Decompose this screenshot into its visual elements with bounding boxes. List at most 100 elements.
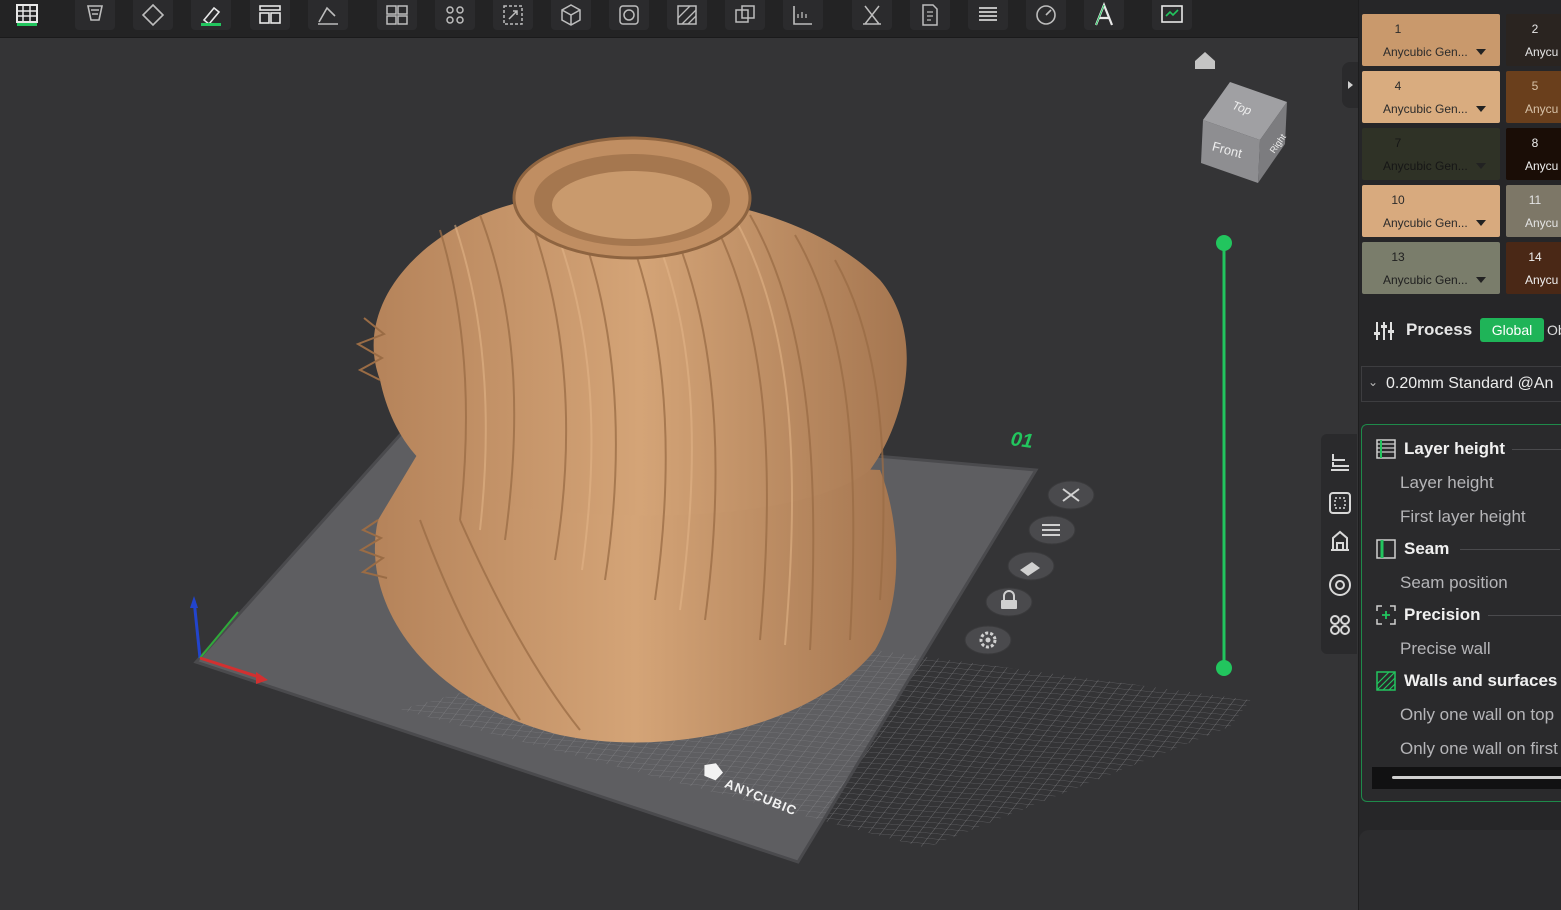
filament-card[interactable]: 1 Anycubic Gen... bbox=[1362, 14, 1500, 66]
filament-number: 2 bbox=[1531, 22, 1539, 36]
rotate-view-icon[interactable] bbox=[1026, 0, 1066, 30]
seam-icon bbox=[1376, 539, 1396, 559]
mesh-boolean-icon[interactable] bbox=[910, 0, 950, 30]
chevron-down-icon: ⌄ bbox=[1368, 375, 1379, 389]
panel-footer bbox=[1359, 830, 1561, 910]
target-tab-icon[interactable] bbox=[1327, 572, 1353, 598]
filament-number: 10 bbox=[1391, 193, 1405, 207]
home-icon[interactable] bbox=[1195, 52, 1215, 69]
hollow-icon[interactable] bbox=[609, 0, 649, 30]
layout-icon[interactable] bbox=[250, 0, 290, 30]
dropdown-arrow-icon[interactable] bbox=[1476, 106, 1486, 112]
global-toggle-button[interactable]: Global bbox=[1480, 318, 1544, 342]
first-layer-height-option[interactable]: First layer height bbox=[1400, 507, 1526, 527]
filament-name: Anycubic Gen... bbox=[1383, 159, 1468, 173]
filament-name: Anycu bbox=[1525, 159, 1559, 173]
assembly-icon[interactable] bbox=[725, 0, 765, 30]
filament-card[interactable]: 10 Anycubic Gen... bbox=[1362, 185, 1500, 237]
split-parts-icon[interactable] bbox=[435, 0, 475, 30]
plate-number: 01 bbox=[1009, 428, 1034, 453]
process-settings-list: Layer height Layer height First layer he… bbox=[1361, 424, 1561, 802]
filament-number: 14 bbox=[1528, 250, 1542, 264]
main-toolbar bbox=[0, 0, 1358, 38]
support-icon[interactable] bbox=[667, 0, 707, 30]
precise-wall-option[interactable]: Precise wall bbox=[1400, 639, 1491, 659]
plate-tab-icon[interactable] bbox=[1327, 490, 1353, 516]
view-cube[interactable]: Top Front Right bbox=[1201, 82, 1288, 183]
dropdown-arrow-icon[interactable] bbox=[1476, 277, 1486, 283]
layer-height-icon bbox=[1376, 439, 1396, 459]
filament-card[interactable]: 14 Anycu bbox=[1506, 242, 1561, 294]
filament-number: 13 bbox=[1391, 250, 1405, 264]
layer-slider[interactable] bbox=[1216, 235, 1232, 676]
arrange-icon[interactable] bbox=[75, 0, 115, 30]
filament-card[interactable]: 13 Anycubic Gen... bbox=[1362, 242, 1500, 294]
process-header: Process Global Ob bbox=[1359, 306, 1561, 356]
horizontal-scrollbar[interactable] bbox=[1372, 767, 1561, 789]
split-objects-icon[interactable] bbox=[377, 0, 417, 30]
layer-slider-bottom-handle bbox=[1216, 660, 1232, 676]
layer-slider-top-handle bbox=[1216, 235, 1232, 251]
filament-number: 11 bbox=[1528, 193, 1542, 207]
emboss-icon[interactable] bbox=[852, 0, 892, 30]
layers-icon[interactable] bbox=[968, 0, 1008, 30]
seam-position-option[interactable]: Seam position bbox=[1400, 573, 1508, 593]
filament-card[interactable]: 11 Anycu bbox=[1506, 185, 1561, 237]
filament-name: Anycubic Gen... bbox=[1383, 45, 1468, 59]
right-panel: 1 Anycubic Gen... 2 Anycu 4 Anycubic Gen... 5 A… bbox=[1358, 0, 1561, 910]
one-wall-first-option[interactable]: Only one wall on first bbox=[1400, 739, 1558, 759]
layer-height-option[interactable]: Layer height bbox=[1400, 473, 1494, 493]
section-divider bbox=[1488, 615, 1561, 616]
walls-surfaces-section-title: Walls and surfaces bbox=[1404, 671, 1558, 690]
side-tab-bar bbox=[1321, 434, 1357, 654]
filament-name: Anycu bbox=[1525, 216, 1559, 230]
text-tool-icon[interactable] bbox=[1084, 0, 1124, 30]
panel-collapse-button[interactable] bbox=[1342, 62, 1358, 108]
scrollbar-thumb[interactable] bbox=[1392, 776, 1561, 779]
process-title: Process bbox=[1406, 320, 1473, 339]
grid-icon[interactable] bbox=[7, 0, 47, 30]
filament-name: Anycubic Gen... bbox=[1383, 216, 1468, 230]
objects-tab-icon[interactable] bbox=[1327, 450, 1353, 476]
section-divider bbox=[1460, 549, 1560, 550]
plate-close-button[interactable] bbox=[1047, 480, 1095, 510]
scale-icon[interactable] bbox=[493, 0, 533, 30]
dropdown-arrow-icon[interactable] bbox=[1476, 163, 1486, 169]
model-vase[interactable] bbox=[355, 136, 907, 743]
plate-settings-button[interactable] bbox=[964, 625, 1012, 655]
filament-number: 5 bbox=[1531, 79, 1539, 93]
others-tab-icon[interactable] bbox=[1327, 612, 1353, 638]
filament-card[interactable]: 2 Anycu bbox=[1506, 14, 1561, 66]
3d-viewport[interactable]: 01 ANYCUBIC Top Front Right bbox=[0, 38, 1358, 910]
filament-name: Anycu bbox=[1525, 45, 1559, 59]
plate-lock-button[interactable] bbox=[985, 587, 1033, 617]
plate-auto-orient-button[interactable] bbox=[1007, 551, 1055, 581]
filament-card[interactable]: 5 Anycu bbox=[1506, 71, 1561, 123]
plugin-icon[interactable] bbox=[1152, 0, 1192, 30]
filament-name: Anycu bbox=[1525, 273, 1559, 287]
filament-card[interactable]: 4 Anycubic Gen... bbox=[1362, 71, 1500, 123]
filament-number: 7 bbox=[1394, 136, 1402, 150]
process-preset-value: 0.20mm Standard @An bbox=[1386, 375, 1554, 392]
object-toggle-button[interactable]: Ob bbox=[1547, 322, 1561, 338]
one-wall-top-option[interactable]: Only one wall on top bbox=[1400, 705, 1554, 725]
filament-number: 1 bbox=[1394, 22, 1402, 36]
filament-card[interactable]: 8 Anycu bbox=[1506, 128, 1561, 180]
dropdown-arrow-icon[interactable] bbox=[1476, 220, 1486, 226]
filament-card[interactable]: 7 Anycubic Gen... bbox=[1362, 128, 1500, 180]
filament-name: Anycubic Gen... bbox=[1383, 273, 1468, 287]
plate-settings-list-button[interactable] bbox=[1028, 515, 1076, 545]
dropdown-arrow-icon[interactable] bbox=[1476, 49, 1486, 55]
section-divider bbox=[1512, 449, 1561, 450]
cube-icon[interactable] bbox=[551, 0, 591, 30]
precision-section-title: Precision bbox=[1404, 605, 1481, 624]
filament-name: Anycubic Gen... bbox=[1383, 102, 1468, 116]
paint-icon[interactable] bbox=[191, 0, 231, 30]
support-tab-icon[interactable] bbox=[1327, 528, 1353, 554]
process-preset-select[interactable]: ⌄ 0.20mm Standard @An bbox=[1361, 366, 1561, 402]
precision-icon bbox=[1376, 605, 1396, 625]
cut-icon[interactable] bbox=[308, 0, 348, 30]
seam-section-title: Seam bbox=[1404, 539, 1450, 558]
measure-icon[interactable] bbox=[783, 0, 823, 30]
orient-icon[interactable] bbox=[133, 0, 173, 30]
